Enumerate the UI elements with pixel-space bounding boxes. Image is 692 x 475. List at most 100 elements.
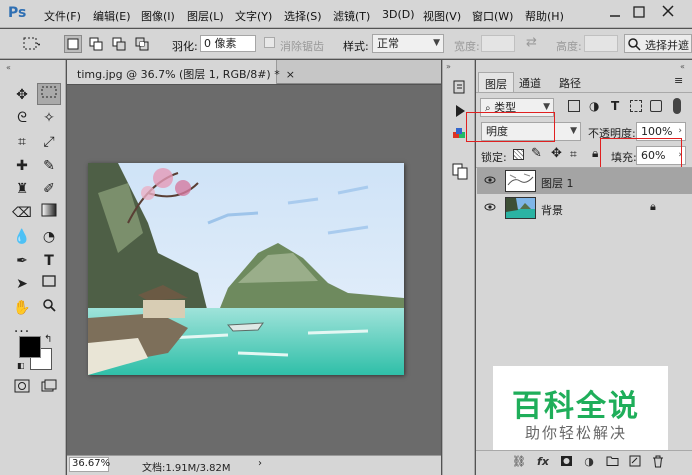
move-icon[interactable]: ✥ [10,84,34,106]
close-tab-icon[interactable]: × [286,68,295,81]
eyedropper-icon[interactable]: ⤢ [37,131,61,153]
menu-select[interactable]: 选择(S) [284,8,322,24]
gradient-icon[interactable] [37,202,61,224]
healing-brush-icon[interactable]: ✚ [10,155,34,177]
document-tab[interactable]: timg.jpg @ 36.7% (图层 1, RGB/8#) * × [67,60,295,84]
antialias-checkbox[interactable] [264,37,275,48]
watermark-title: 百科全说 [512,389,640,424]
select-mask-button[interactable]: 选择并遮 [624,34,692,53]
filter-type-icon[interactable]: T [611,99,619,113]
lock-all-icon[interactable]: 🔒︎ [592,146,598,161]
style-value: 正常 [377,37,399,50]
style-dropdown[interactable]: 正常 ▼ [372,34,444,53]
hand-icon[interactable]: ✋ [10,297,34,319]
panel-menu-icon[interactable]: ≡ [674,74,683,87]
landscape-picture [88,163,404,375]
layer-comps-icon[interactable] [448,162,472,184]
lock-position-icon[interactable]: ✥ [551,146,562,161]
magic-wand-icon[interactable]: ✧ [37,107,61,129]
feather-input[interactable]: 0 像素 [200,35,256,52]
marquee-preset-icon[interactable] [22,36,40,52]
filter-adjustment-icon[interactable]: ◑ [589,100,599,112]
tab-paths[interactable]: 路径 [553,72,587,92]
close-icon[interactable] [660,3,676,19]
menu-3d[interactable]: 3D(D) [382,8,415,21]
lock-pixels-icon[interactable]: ✎ [531,146,542,161]
clone-stamp-icon[interactable]: ♜ [10,178,34,200]
add-selection-button[interactable] [87,35,105,53]
watermark-subtitle: 助你轻松解决 [525,424,628,442]
eye-icon[interactable] [484,201,496,213]
lock-artboard-icon[interactable]: ⌗ [570,147,577,162]
filter-toggle-switch[interactable] [673,98,681,114]
fx-icon[interactable]: fx [536,455,550,469]
menu-help[interactable]: 帮助(H) [525,8,564,24]
swap-colors-icon[interactable]: ↰ [44,334,52,345]
tab-channels[interactable]: 通道 [513,72,547,92]
height-label: 高度: [556,40,582,53]
filter-smart-object-icon[interactable] [650,100,662,112]
tab-layers[interactable]: 图层 [478,72,514,92]
lasso-icon[interactable]: ᘓ [10,107,34,129]
document-image [88,163,404,375]
new-layer-icon[interactable] [628,455,642,469]
text-icon[interactable]: T [37,250,61,272]
lock-transparent-icon[interactable] [513,149,524,160]
panel-collapse-icon[interactable]: « [680,62,685,71]
layer-name[interactable]: 背景 [541,202,563,218]
dock-collapse-icon[interactable]: » [446,62,451,71]
maximize-icon[interactable] [632,5,646,19]
tools-collapse-icon[interactable]: « [6,63,11,72]
eye-icon[interactable] [484,174,496,186]
blur-icon[interactable]: 💧 [10,226,34,248]
zoom-icon[interactable] [37,297,61,319]
zoom-level-field[interactable]: 36.67% [69,457,110,472]
path-select-icon[interactable]: ➤ [10,273,34,295]
new-selection-button[interactable] [64,35,82,53]
filter-pixel-icon[interactable] [568,100,580,112]
style-label: 样式: [343,40,369,53]
minimize-icon[interactable] [608,5,622,19]
new-group-icon[interactable] [605,455,619,469]
status-menu-arrow-icon[interactable]: › [258,458,262,469]
status-bar [67,455,441,475]
menu-layer[interactable]: 图层(L) [187,8,224,24]
select-mask-label: 选择并遮 [645,39,689,52]
subtract-selection-button[interactable] [110,35,128,53]
screen-mode-icon[interactable] [37,378,61,400]
add-mask-icon[interactable] [559,455,573,469]
width-label: 宽度: [454,40,480,53]
intersect-selection-button[interactable] [133,35,151,53]
menu-edit[interactable]: 编辑(E) [93,8,131,24]
marquee-icon[interactable] [37,83,61,105]
adjustment-layer-icon[interactable]: ◑ [582,455,596,469]
chevron-down-icon: ▼ [433,38,440,48]
add-selection-icon [89,37,103,51]
eraser-icon[interactable]: ⌫ [10,202,34,224]
layer-thumbnail-photo [505,197,536,219]
height-input[interactable] [584,35,618,52]
menu-file[interactable]: 文件(F) [44,8,81,24]
menu-type[interactable]: 文字(Y) [235,8,272,24]
menu-image[interactable]: 图像(I) [141,8,175,24]
layer-name[interactable]: 图层 1 [541,175,574,191]
history-brush-icon[interactable]: ✐ [37,178,61,200]
pen-icon[interactable]: ✒ [10,250,34,272]
menu-view[interactable]: 视图(V) [423,8,461,24]
menu-window[interactable]: 窗口(W) [472,8,513,24]
crop-icon[interactable]: ⌗ [10,131,34,153]
default-colors-icon[interactable]: ◧ [17,361,25,370]
trash-icon[interactable] [651,455,665,469]
rectangle-icon[interactable] [37,273,61,295]
quick-mask-icon[interactable] [10,378,34,400]
link-layers-icon[interactable]: ⛓ [512,455,526,469]
brush-icon[interactable]: ✎ [37,155,61,177]
history-icon[interactable] [448,78,472,100]
lock-label: 锁定: [481,151,507,164]
width-input[interactable] [481,35,515,52]
swap-icon[interactable]: ⇄ [526,35,537,50]
filter-shape-icon[interactable] [630,100,642,112]
menu-filter[interactable]: 滤镜(T) [333,8,370,24]
dodge-icon[interactable]: ◔ [37,226,61,248]
foreground-color-swatch[interactable] [19,336,41,358]
